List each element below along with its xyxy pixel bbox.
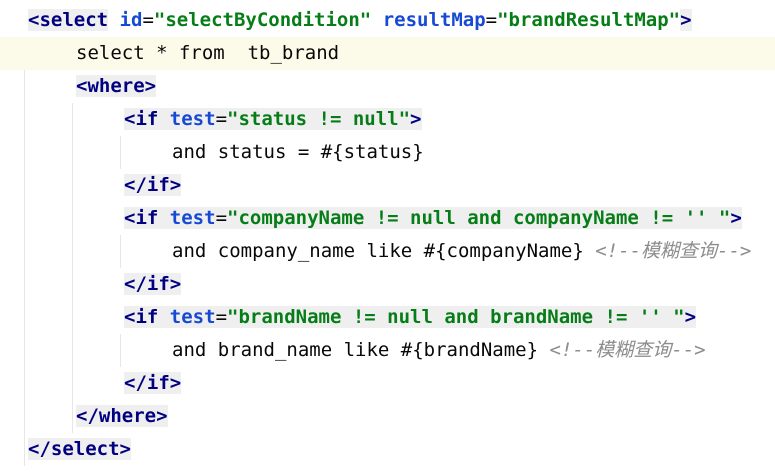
code-token-attr: test <box>169 207 216 229</box>
code-line[interactable]: <select id="selectByCondition" resultMap… <box>0 4 775 37</box>
code-token-tag: > <box>169 273 182 295</box>
code-token-tag: select <box>50 438 120 460</box>
code-token-tag: > <box>680 9 692 31</box>
code-token-str: "brandName != null and brandName != '' " <box>227 306 685 328</box>
code-token-tag: </ <box>76 405 99 427</box>
code-token-plain: = <box>485 9 498 31</box>
code-token-attr: test <box>169 306 216 328</box>
code-token-tag: if <box>135 306 159 328</box>
code-token-tag: > <box>730 207 742 229</box>
code-token-plain <box>158 207 170 229</box>
code-token-tag: if <box>146 372 170 394</box>
code-token-attr: resultMap <box>382 9 486 31</box>
current-code-line[interactable]: select * from tb_brand <box>0 37 775 70</box>
code-token-tag: > <box>144 75 157 97</box>
code-line[interactable]: </if> <box>0 169 775 202</box>
code-token-tag: > <box>119 438 131 460</box>
code-token-str: "status != null" <box>227 108 411 130</box>
code-token-str: "companyName != null and companyName != … <box>227 207 731 229</box>
code-token-tag: </ <box>124 273 147 295</box>
code-token-plain: = <box>142 9 154 31</box>
code-token-tag: < <box>124 207 136 229</box>
code-token-comment: <!--模糊查询--> <box>595 240 752 262</box>
code-line[interactable]: <if test="brandName != null and brandNam… <box>0 301 775 334</box>
code-token-plain: and brand_name like #{brandName} <box>172 339 550 361</box>
code-line[interactable]: <where> <box>0 70 775 103</box>
code-token-attr: test <box>169 108 216 130</box>
code-token-str: "brandResultMap" <box>497 9 681 31</box>
code-token-tag: < <box>76 75 88 97</box>
code-token-tag: > <box>684 306 697 328</box>
code-token-plain: = <box>215 108 228 130</box>
code-line[interactable]: <if test="status != null"> <box>0 103 775 136</box>
code-token-tag: if <box>135 108 159 130</box>
code-token-tag: select <box>39 9 109 31</box>
code-token-tag: > <box>156 405 168 427</box>
code-token-plain: select * from tb_brand <box>76 42 340 64</box>
code-line[interactable]: and status = #{status} <box>0 136 775 169</box>
code-token-str: "selectByCondition" <box>153 9 372 31</box>
code-token-tag: where <box>87 75 145 97</box>
code-token-tag: < <box>124 108 136 130</box>
code-token-plain: = <box>215 306 228 328</box>
code-token-tag: < <box>28 9 40 31</box>
code-token-tag: > <box>169 372 182 394</box>
code-token-attr: id <box>119 9 143 31</box>
code-line[interactable]: and brand_name like #{brandName} <!--模糊查… <box>0 334 775 367</box>
code-token-tag: > <box>410 108 422 130</box>
code-token-tag: < <box>124 306 136 328</box>
code-line[interactable]: </if> <box>0 367 775 400</box>
code-token-plain: = <box>215 207 228 229</box>
code-token-tag: </ <box>124 174 147 196</box>
code-token-tag: if <box>135 207 159 229</box>
code-token-tag: if <box>146 273 170 295</box>
code-token-plain <box>158 108 170 130</box>
code-token-plain <box>158 306 170 328</box>
code-token-tag: </ <box>28 438 51 460</box>
code-line[interactable]: and company_name like #{companyName} <!-… <box>0 235 775 268</box>
code-token-tag: if <box>146 174 170 196</box>
code-editor[interactable]: <select id="selectByCondition" resultMap… <box>0 0 775 474</box>
code-token-plain: and company_name like #{companyName} <box>172 240 596 262</box>
code-line[interactable]: </select> <box>0 433 775 466</box>
code-token-tag: </ <box>124 372 147 394</box>
code-token-tag: where <box>98 405 157 427</box>
code-line[interactable]: <if test="companyName != null and compan… <box>0 202 775 235</box>
code-token-plain: and status = #{status} <box>172 141 424 163</box>
code-line[interactable]: </if> <box>0 268 775 301</box>
code-token-comment: <!--模糊查询--> <box>549 339 706 361</box>
code-line[interactable]: </where> <box>0 400 775 433</box>
code-token-tag: > <box>169 174 182 196</box>
